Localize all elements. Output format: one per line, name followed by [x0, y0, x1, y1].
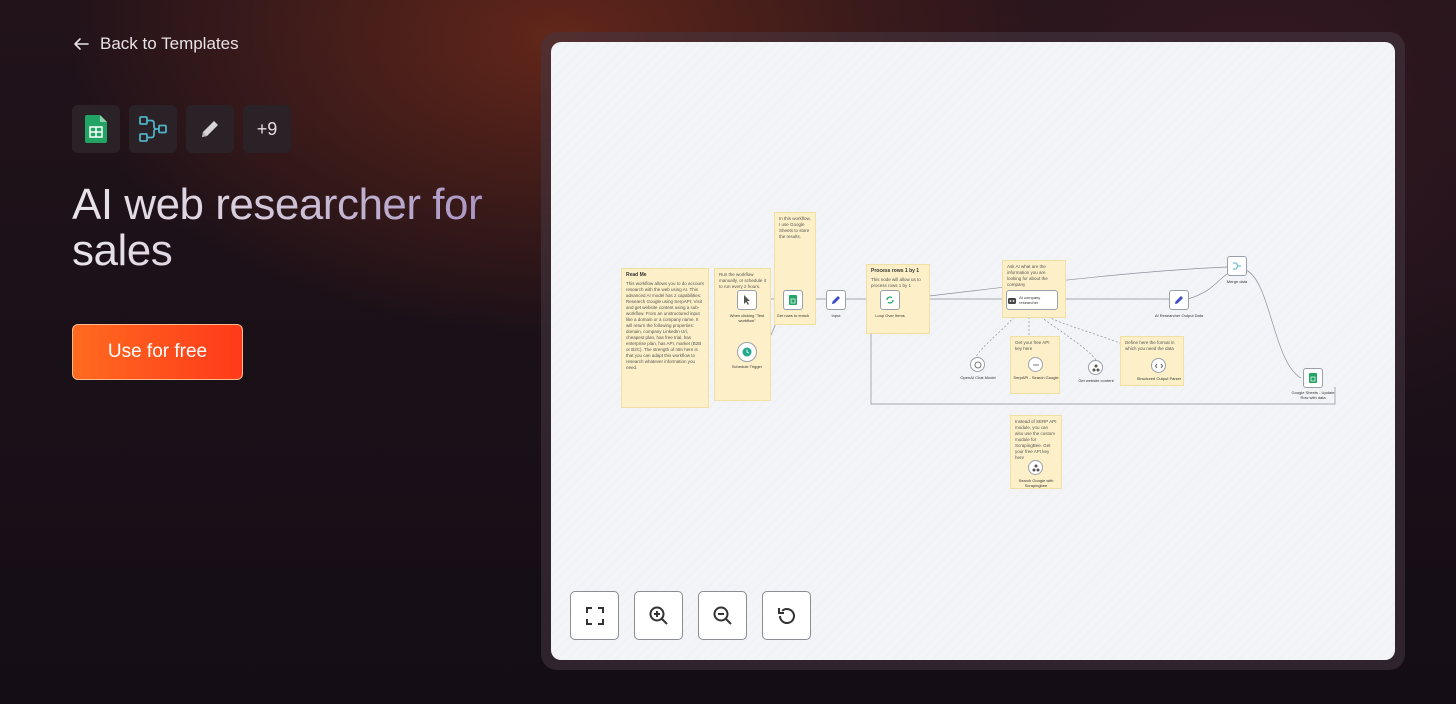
back-label: Back to Templates [100, 34, 239, 53]
google-sheets-icon [789, 295, 797, 305]
parser-node[interactable] [1151, 358, 1166, 373]
get-rows-node[interactable] [783, 290, 803, 310]
merge-node[interactable] [1227, 256, 1247, 276]
serpapi-icon [1032, 364, 1039, 365]
sheets-note-text: In this workflow, I use Google Sheets to… [779, 216, 811, 239]
agent-note-text: Ask AI what are the information you are … [1007, 264, 1048, 287]
google-sheets-icon [1309, 373, 1317, 383]
parser-note-text: Define here the format in which you need… [1125, 340, 1175, 351]
zoom-out-button[interactable] [698, 591, 747, 640]
merge-icon [1233, 262, 1241, 270]
back-to-templates-link[interactable]: Back to Templates [72, 34, 239, 54]
get-website-label: Get website content [1078, 378, 1114, 383]
readme-note[interactable]: Read Me This workflow allows you to do a… [621, 268, 709, 408]
loop-node[interactable] [880, 290, 900, 310]
rename-output-node[interactable] [1169, 290, 1189, 310]
merge-label: Merge data [1226, 279, 1248, 284]
serpapi-label: SerpAPI - Search Google [1013, 375, 1059, 380]
robot-icon [1008, 298, 1016, 304]
get-website-node[interactable] [1088, 360, 1103, 375]
subworkflow-icon [1092, 364, 1099, 371]
clock-icon [742, 347, 752, 357]
subworkflow-icon [1032, 464, 1039, 471]
canvas-controls [570, 591, 811, 640]
openai-label: OpenAI Chat Model [960, 375, 996, 380]
reset-icon [777, 607, 795, 624]
parser-label: Structured Output Parser [1136, 376, 1182, 381]
reset-zoom-button[interactable] [762, 591, 811, 640]
zoom-in-button[interactable] [634, 591, 683, 640]
merge-flow-icon[interactable] [129, 105, 177, 153]
update-row-node[interactable] [1303, 368, 1323, 388]
google-sheets-icon[interactable] [72, 105, 120, 153]
rename-output-label: AI Researcher Output Data [1154, 313, 1204, 318]
pencil-icon [832, 296, 840, 304]
integration-icons: +9 [72, 105, 291, 153]
search-tool-node[interactable] [1028, 460, 1043, 475]
update-row-label: Google Sheets - Update Row with data [1291, 390, 1335, 400]
readme-title: Read Me [626, 272, 647, 278]
loop-icon [886, 296, 894, 304]
zoom-out-icon [713, 606, 732, 625]
pencil-icon [1175, 296, 1183, 304]
manual-trigger-node[interactable] [737, 290, 757, 310]
input-label: Input [831, 313, 841, 318]
workflow-canvas[interactable]: Read Me This workflow allows you to do a… [551, 42, 1395, 660]
more-integrations-badge[interactable]: +9 [243, 105, 291, 153]
edit-pencil-icon[interactable] [186, 105, 234, 153]
openai-node[interactable] [970, 357, 985, 372]
fullscreen-button[interactable] [570, 591, 619, 640]
openai-icon [974, 361, 981, 368]
serpapi-node[interactable] [1028, 357, 1043, 372]
more-integrations-count: +9 [256, 118, 278, 139]
zoom-in-icon [649, 606, 668, 625]
schedule-trigger-label: Schedule Trigger [731, 364, 763, 369]
subflow-note-text: Instead of SERP API module, you can also… [1015, 419, 1057, 460]
cursor-icon [744, 295, 750, 305]
loop-note-title: Process rows 1 by 1 [871, 268, 920, 274]
manual-trigger-label: When clicking "Test workflow" [729, 313, 765, 323]
arrow-left-icon [74, 38, 89, 50]
ai-agent-node[interactable]: AI company researcher [1006, 290, 1058, 310]
search-tool-label: Search Google with Scrapingbee [1018, 478, 1054, 488]
serpapi-note-text: Get your free API key here [1015, 340, 1050, 351]
schedule-trigger-node[interactable] [737, 342, 757, 362]
page-title: AI web researcher for sales [72, 182, 512, 274]
readme-body: This workflow allows you to do account r… [626, 281, 704, 370]
use-for-free-button[interactable]: Use for free [72, 324, 243, 380]
ai-agent-label: AI company researcher [1019, 295, 1041, 305]
fullscreen-icon [585, 606, 604, 625]
run-note[interactable]: Run the workflow manually, or schedule i… [714, 268, 771, 401]
code-icon [1154, 363, 1163, 368]
input-node[interactable] [826, 290, 846, 310]
loop-label: Loop Over Items [875, 313, 905, 318]
